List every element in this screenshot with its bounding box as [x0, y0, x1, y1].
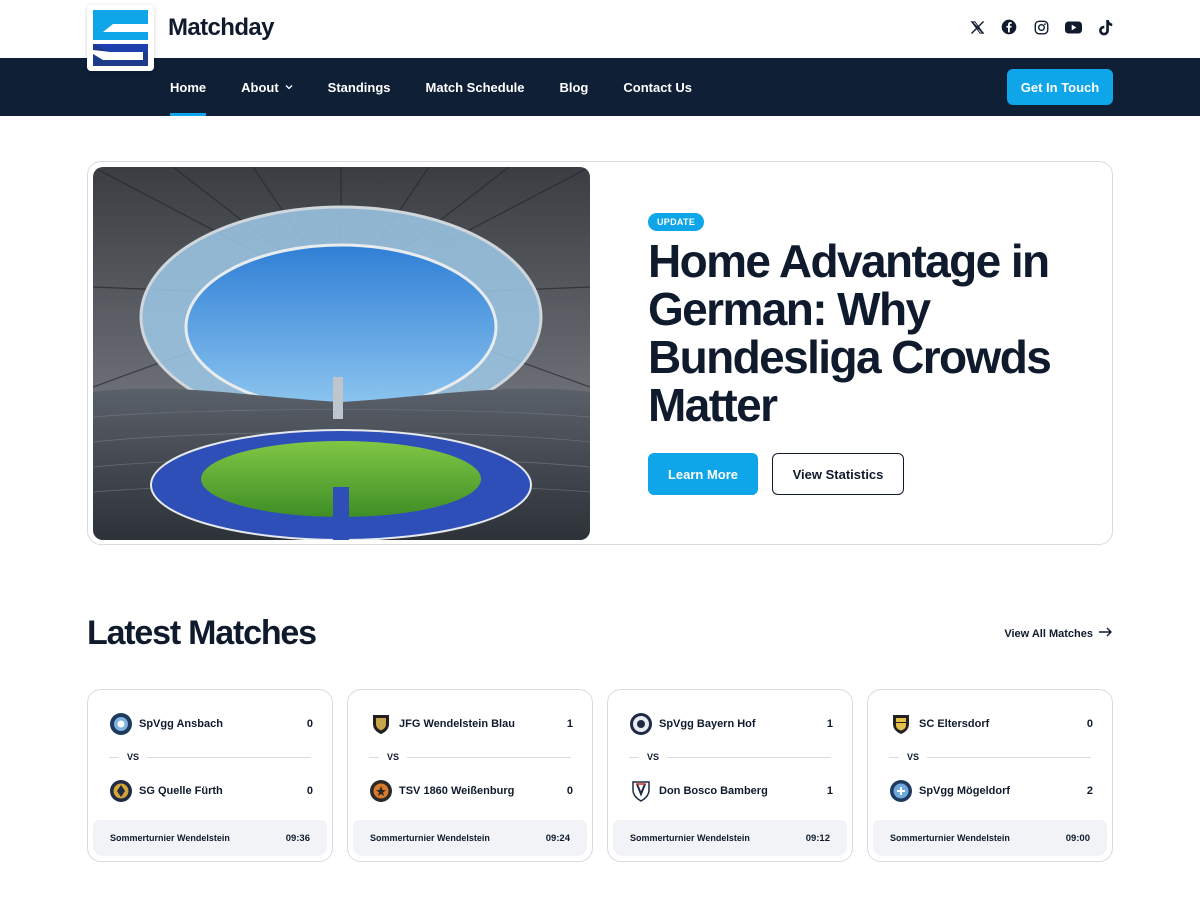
away-team: SG Quelle Fürth 0	[109, 778, 313, 804]
vs-label: VS	[127, 752, 140, 762]
nav-item-label: Home	[170, 79, 207, 95]
match-time: 09:24	[545, 832, 570, 844]
hero-card: UPDATE Home Advantage in German: Why Bun…	[87, 161, 1113, 545]
team-crest-icon	[629, 712, 653, 736]
nav-item-about[interactable]: About	[241, 58, 293, 116]
competition-name: Sommerturnier Wendelstein	[630, 833, 750, 843]
vs-divider: VS	[109, 751, 311, 763]
match-footer: Sommerturnier Wendelstein 09:24	[353, 820, 587, 856]
youtube-icon[interactable]	[1064, 18, 1082, 36]
tiktok-icon[interactable]	[1096, 18, 1114, 36]
team-name: SpVgg Mögeldorf	[919, 785, 1011, 797]
vs-divider: VS	[369, 751, 571, 763]
home-team: SC Eltersdorf 0	[889, 711, 1093, 737]
match-cards: SpVgg Ansbach 0 VS SG Quelle Fürth 0 Som…	[87, 689, 1113, 862]
team-score: 0	[306, 785, 313, 797]
match-card[interactable]: SpVgg Ansbach 0 VS SG Quelle Fürth 0 Som…	[87, 689, 333, 862]
nav-item-contact-us[interactable]: Contact Us	[623, 58, 692, 116]
team-score: 1	[826, 785, 833, 797]
competition-name: Sommerturnier Wendelstein	[890, 833, 1010, 843]
team-crest-icon	[109, 712, 133, 736]
logo[interactable]	[87, 5, 154, 71]
top-bar: Matchday	[0, 0, 1200, 71]
learn-more-button[interactable]: Learn More	[648, 453, 758, 495]
view-all-matches-link[interactable]: View All Matches	[1004, 627, 1113, 640]
logo-mark-icon	[93, 10, 148, 66]
brand-name: Matchday	[168, 14, 275, 41]
stadium-image	[93, 167, 590, 540]
home-team: SpVgg Ansbach 0	[109, 711, 313, 737]
team-score: 1	[566, 718, 573, 730]
vs-divider: VS	[889, 751, 1091, 763]
match-footer: Sommerturnier Wendelstein 09:12	[613, 820, 847, 856]
nav-item-standings[interactable]: Standings	[328, 58, 391, 116]
away-team: Don Bosco Bamberg 1	[629, 778, 833, 804]
vs-label: VS	[387, 752, 400, 762]
match-time: 09:00	[1065, 832, 1090, 844]
match-time: 09:12	[805, 832, 830, 844]
nav-item-match-schedule[interactable]: Match Schedule	[426, 58, 525, 116]
section-title: Latest Matches	[87, 614, 317, 652]
get-in-touch-button[interactable]: Get In Touch	[1007, 69, 1113, 105]
instagram-icon[interactable]	[1032, 18, 1050, 36]
nav-item-blog[interactable]: Blog	[559, 58, 588, 116]
team-crest-icon	[369, 779, 393, 803]
team-name: TSV 1860 Weißenburg	[399, 785, 515, 797]
team-name: SC Eltersdorf	[919, 718, 990, 730]
home-team: JFG Wendelstein Blau 1	[369, 711, 573, 737]
nav-item-label: Contact Us	[623, 79, 692, 95]
match-card[interactable]: SC Eltersdorf 0 VS SpVgg Mögeldorf 2 Som…	[867, 689, 1113, 862]
team-name: Don Bosco Bamberg	[659, 785, 768, 797]
view-statistics-button[interactable]: View Statistics	[772, 453, 904, 495]
team-name: SpVgg Bayern Hof	[659, 718, 756, 730]
nav-item-label: About	[241, 79, 279, 95]
match-footer: Sommerturnier Wendelstein 09:00	[873, 820, 1107, 856]
team-score: 0	[566, 785, 573, 797]
nav-item-label: Standings	[327, 79, 391, 95]
match-card[interactable]: SpVgg Bayern Hof 1 VS Don Bosco Bamberg …	[607, 689, 853, 862]
match-time: 09:36	[285, 832, 310, 844]
team-crest-icon	[369, 712, 393, 736]
team-name: JFG Wendelstein Blau	[399, 718, 515, 730]
away-team: SpVgg Mögeldorf 2	[889, 778, 1093, 804]
team-crest-icon	[109, 779, 133, 803]
vs-divider: VS	[629, 751, 831, 763]
x-icon[interactable]	[968, 18, 986, 36]
vs-label: VS	[647, 752, 660, 762]
team-score: 0	[306, 718, 313, 730]
competition-name: Sommerturnier Wendelstein	[110, 833, 230, 843]
nav-item-label: Blog	[559, 79, 589, 95]
team-score: 1	[826, 718, 833, 730]
team-score: 2	[1086, 785, 1093, 797]
arrow-right-icon	[1099, 627, 1113, 640]
away-team: TSV 1860 Weißenburg 0	[369, 778, 573, 804]
competition-name: Sommerturnier Wendelstein	[370, 833, 490, 843]
nav-item-home[interactable]: Home	[170, 58, 207, 116]
home-team: SpVgg Bayern Hof 1	[629, 711, 833, 737]
team-name: SG Quelle Fürth	[139, 785, 223, 797]
hero-title: Home Advantage in German: Why Bundesliga…	[648, 235, 1052, 431]
team-crest-icon	[629, 779, 653, 803]
match-footer: Sommerturnier Wendelstein 09:36	[93, 820, 327, 856]
view-all-label: View All Matches	[1004, 627, 1093, 640]
social-links	[968, 18, 1114, 36]
vs-label: VS	[907, 752, 920, 762]
team-score: 0	[1086, 718, 1093, 730]
chevron-down-icon	[285, 84, 293, 90]
match-card[interactable]: JFG Wendelstein Blau 1 VS TSV 1860 Weiße…	[347, 689, 593, 862]
team-crest-icon	[889, 779, 913, 803]
nav-item-label: Match Schedule	[425, 79, 525, 95]
update-badge: UPDATE	[648, 213, 705, 231]
facebook-icon[interactable]	[1000, 18, 1018, 36]
team-crest-icon	[889, 712, 913, 736]
team-name: SpVgg Ansbach	[139, 718, 223, 730]
main-nav: Home About Standings Match Schedule Blog…	[0, 58, 1200, 116]
